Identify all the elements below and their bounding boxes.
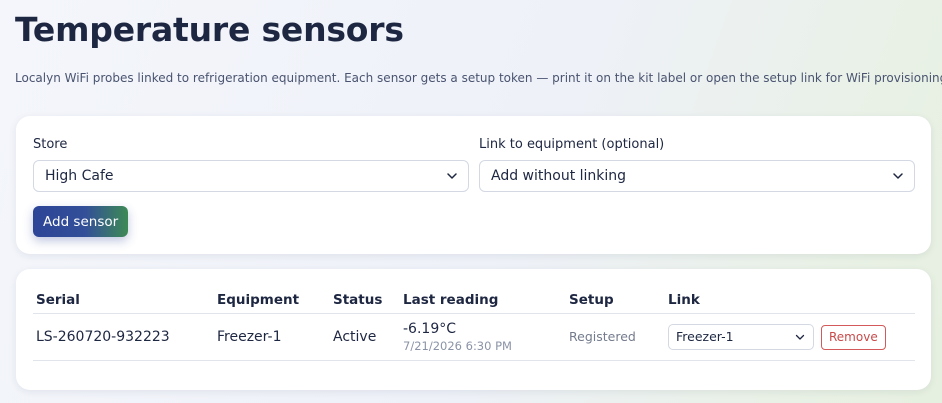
column-header-setup: Setup [566,286,665,314]
add-sensor-button[interactable]: Add sensor [33,206,129,237]
equipment-select-value: Add without linking [491,168,627,184]
column-header-equipment: Equipment [214,286,330,314]
cell-link: Freezer-1 Remove [665,313,915,361]
reading-timestamp: 7/21/2026 6:30 PM [403,339,512,353]
cell-last-reading: -6.19°C 7/21/2026 6:30 PM [400,313,566,361]
chevron-down-icon [795,334,805,340]
link-select-value: Freezer-1 [676,329,734,344]
table-row: LS-260720-932223 Freezer-1 Active -6.19°… [33,313,915,361]
sensors-table-card: Serial Equipment Status Last reading Set… [16,269,931,390]
column-header-link: Link [665,286,915,314]
chevron-down-icon [447,173,457,179]
sensors-table: Serial Equipment Status Last reading Set… [33,286,915,361]
page-subtitle: Localyn WiFi probes linked to refrigerat… [15,71,942,85]
chevron-down-icon [893,173,903,179]
store-select[interactable]: High Cafe [33,160,469,192]
reading-value: -6.19°C [403,321,456,337]
page-title: Temperature sensors [15,10,404,49]
store-label: Store [33,137,68,152]
cell-status: Active [330,313,400,361]
cell-serial: LS-260720-932223 [33,313,214,361]
column-header-serial: Serial [33,286,214,314]
column-header-status: Status [330,286,400,314]
cell-setup: Registered [566,313,665,361]
link-equipment-select[interactable]: Freezer-1 [668,324,814,350]
add-sensor-card: Store High Cafe Link to equipment (optio… [16,116,931,254]
table-header-row: Serial Equipment Status Last reading Set… [33,286,915,314]
column-header-last-reading: Last reading [400,286,566,314]
store-select-value: High Cafe [45,168,114,184]
equipment-label: Link to equipment (optional) [479,137,665,152]
cell-equipment: Freezer-1 [214,313,330,361]
equipment-select[interactable]: Add without linking [479,160,915,192]
setup-status: Registered [569,329,636,344]
remove-button[interactable]: Remove [821,324,886,350]
